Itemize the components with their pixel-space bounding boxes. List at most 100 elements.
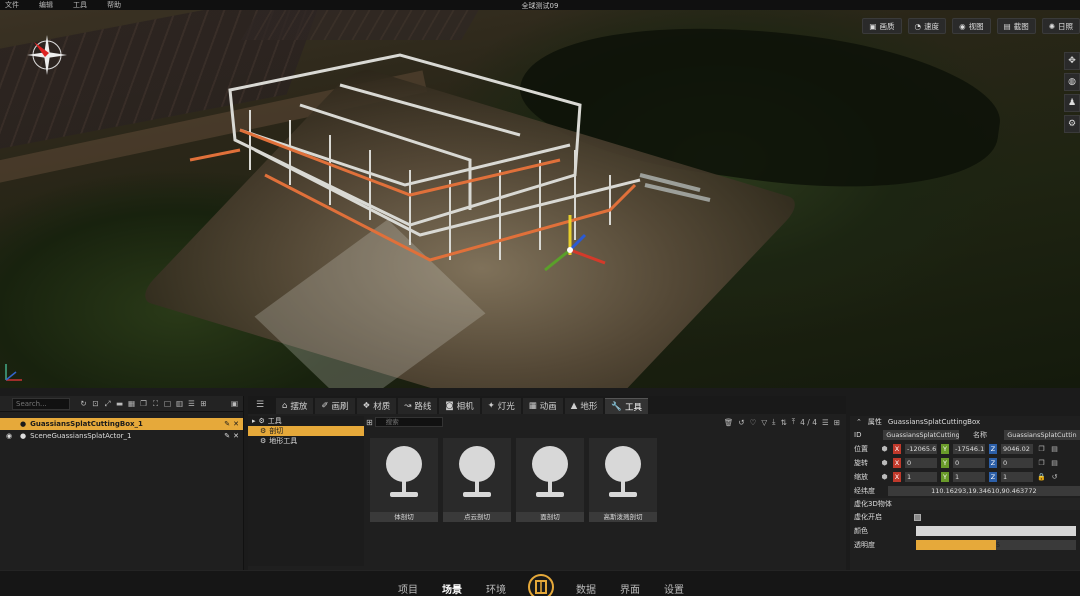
view-button[interactable]: ◉ 视图 <box>952 18 991 34</box>
nav-data[interactable]: 数据 <box>576 581 596 596</box>
eye-icon[interactable]: ◉ <box>6 432 12 440</box>
nav-project[interactable]: 项目 <box>398 581 418 596</box>
paste-icon[interactable]: ▤ <box>1050 459 1059 468</box>
copy-icon[interactable]: ❐ <box>139 399 148 408</box>
paste-icon[interactable]: ▤ <box>1050 445 1059 454</box>
asset-browser: ⊞ ⌕ 🗑 ↺ ♡ ▽ ⤓ ⇅ ⤒ 4 / 4 ☰ ⊞ <box>366 416 844 566</box>
tab-animation[interactable]: ▦ 动画 <box>522 398 563 414</box>
asset-card[interactable]: 点云剖切 <box>443 438 511 522</box>
tab-route[interactable]: ↝ 路线 <box>398 398 438 414</box>
grid-icon[interactable]: ⊞ <box>366 418 373 427</box>
menu-icon[interactable]: ☰ <box>256 400 264 410</box>
close-icon[interactable]: ✕ <box>233 420 239 428</box>
settings-icon[interactable]: ⚙ <box>1064 115 1080 133</box>
menu-file[interactable]: 文件 <box>5 0 33 10</box>
history-icon[interactable]: ↺ <box>738 418 744 427</box>
menu-help[interactable]: 帮助 <box>107 0 135 10</box>
sort-icon[interactable]: ⇅ <box>781 418 787 427</box>
compass-icon[interactable] <box>22 30 72 80</box>
grid-view-icon[interactable]: ⊞ <box>834 418 840 427</box>
name-field[interactable]: GuassiansSplatCuttin <box>1004 430 1080 440</box>
layers-icon[interactable]: ▥ <box>175 399 184 408</box>
copy-icon[interactable]: ❐ <box>1037 445 1046 454</box>
download-icon[interactable]: ⤓ <box>772 417 775 427</box>
nav-settings[interactable]: 设置 <box>664 581 684 596</box>
outliner-item[interactable]: ● GuassiansSplatCuttingBox_1 ✎ ✕ <box>0 418 243 430</box>
tab-placement[interactable]: ⌂ 摆放 <box>276 398 314 414</box>
outliner-search-input[interactable] <box>12 397 70 410</box>
camera-icon: ◙ <box>445 401 454 411</box>
tree-root[interactable]: ▸ ⚙ 工具 <box>248 416 364 426</box>
asset-card[interactable]: 面剖切 <box>516 438 584 522</box>
id-field[interactable]: GuassiansSplatCutting <box>883 430 959 440</box>
opacity-row: 透明度 5 <box>850 538 1080 552</box>
grid-icon[interactable]: ⊞ <box>199 399 208 408</box>
nav-interface[interactable]: 界面 <box>620 581 640 596</box>
rotation-z-field[interactable]: 0 <box>1001 458 1033 468</box>
scale-z-field[interactable]: 1 <box>1001 472 1033 482</box>
lock-icon[interactable]: 🔒 <box>1037 473 1046 482</box>
tab-brush[interactable]: ✐ 画刷 <box>315 398 355 414</box>
tab-tools[interactable]: 🔧 工具 <box>605 398 648 414</box>
asset-card[interactable]: 高斯泼溅剖切 <box>589 438 657 522</box>
menu-tools[interactable]: 工具 <box>73 0 101 10</box>
stack-icon[interactable]: ▦ <box>127 399 136 408</box>
3d-viewport[interactable]: ▣ 画质 ◔ 速度 ◉ 视图 ▤ 截图 ✺ 日照 ✥ ◍ ♟ ⚙ <box>0 10 1080 388</box>
tab-material[interactable]: ❖ 材质 <box>356 398 397 414</box>
move-icon[interactable]: ✥ <box>1064 52 1080 70</box>
edit-icon[interactable]: ✎ <box>224 432 230 440</box>
panel-icon[interactable]: ▣ <box>230 399 239 408</box>
gear-icon: ⚙ <box>258 417 265 425</box>
latlon-field[interactable]: 110.16293,19.34610,90.463772 <box>887 486 1080 496</box>
rotation-x-field[interactable]: 0 <box>905 458 937 468</box>
delete-icon[interactable]: 🗑 <box>724 418 734 427</box>
image-icon: ▣ <box>869 21 877 31</box>
blur-checkbox[interactable] <box>914 513 921 521</box>
heart-icon[interactable]: ♡ <box>750 418 757 427</box>
chevron-up-icon[interactable]: ⌃ <box>856 418 862 426</box>
box-icon[interactable]: □ <box>163 399 172 408</box>
frame-icon[interactable]: ⊡ <box>91 399 100 408</box>
quality-button[interactable]: ▣ 画质 <box>862 18 902 34</box>
tree-item-terrain[interactable]: ⚙ 地形工具 <box>248 436 364 446</box>
asset-card[interactable]: 体剖切 <box>370 438 438 522</box>
tab-terrain[interactable]: ▲ 地形 <box>564 398 604 414</box>
rotation-y-field[interactable]: 0 <box>953 458 985 468</box>
position-y-field[interactable]: -17546.1 <box>953 444 985 454</box>
screenshot-button[interactable]: ▤ 截图 <box>996 18 1036 34</box>
outliner-item[interactable]: ◉ ● SceneGuassiansSplatActor_1 ✎ ✕ <box>0 430 243 442</box>
folder-icon[interactable]: ▬ <box>115 399 124 408</box>
reset-icon[interactable]: ↺ <box>1050 473 1059 482</box>
brush-icon: ✐ <box>321 401 329 411</box>
color-swatch[interactable] <box>916 526 1076 536</box>
list-view-icon[interactable]: ☰ <box>822 418 829 427</box>
screenshot-icon: ▤ <box>1003 21 1011 31</box>
scale-y-field[interactable]: 1 <box>953 472 985 482</box>
list-icon[interactable]: ☰ <box>187 399 196 408</box>
edit-icon[interactable]: ✎ <box>224 420 230 428</box>
menu-edit[interactable]: 编辑 <box>39 0 67 10</box>
tab-camera[interactable]: ◙ 相机 <box>439 398 480 414</box>
fit-icon[interactable]: ⛶ <box>151 399 160 408</box>
scale-x-field[interactable]: 1 <box>905 472 937 482</box>
position-x-field[interactable]: -12065.6 <box>905 444 937 454</box>
tree-item-section[interactable]: ⚙ 剖切 <box>248 426 364 436</box>
tab-light[interactable]: ✦ 灯光 <box>481 398 521 414</box>
sun-icon: ✺ <box>1048 21 1055 31</box>
expand-icon[interactable]: ⤢ <box>103 399 112 408</box>
upload-icon[interactable]: ⤒ <box>792 417 795 427</box>
walk-icon[interactable]: ♟ <box>1064 94 1080 112</box>
position-z-field[interactable]: 9046.02 <box>1001 444 1033 454</box>
copy-icon[interactable]: ❐ <box>1037 459 1046 468</box>
refresh-icon[interactable]: ↻ <box>79 399 88 408</box>
nav-scene[interactable]: 场景 <box>442 581 462 596</box>
speed-button[interactable]: ◔ 速度 <box>907 18 947 34</box>
home-logo-icon[interactable] <box>528 574 554 596</box>
opacity-slider[interactable]: 5 <box>916 540 1076 550</box>
globe-icon[interactable]: ◍ <box>1064 73 1080 91</box>
asset-search-input[interactable] <box>374 417 443 427</box>
sunlight-button[interactable]: ✺ 日照 <box>1041 18 1080 34</box>
close-icon[interactable]: ✕ <box>233 432 239 440</box>
nav-environment[interactable]: 环境 <box>486 581 506 596</box>
filter-icon[interactable]: ▽ <box>761 418 767 427</box>
